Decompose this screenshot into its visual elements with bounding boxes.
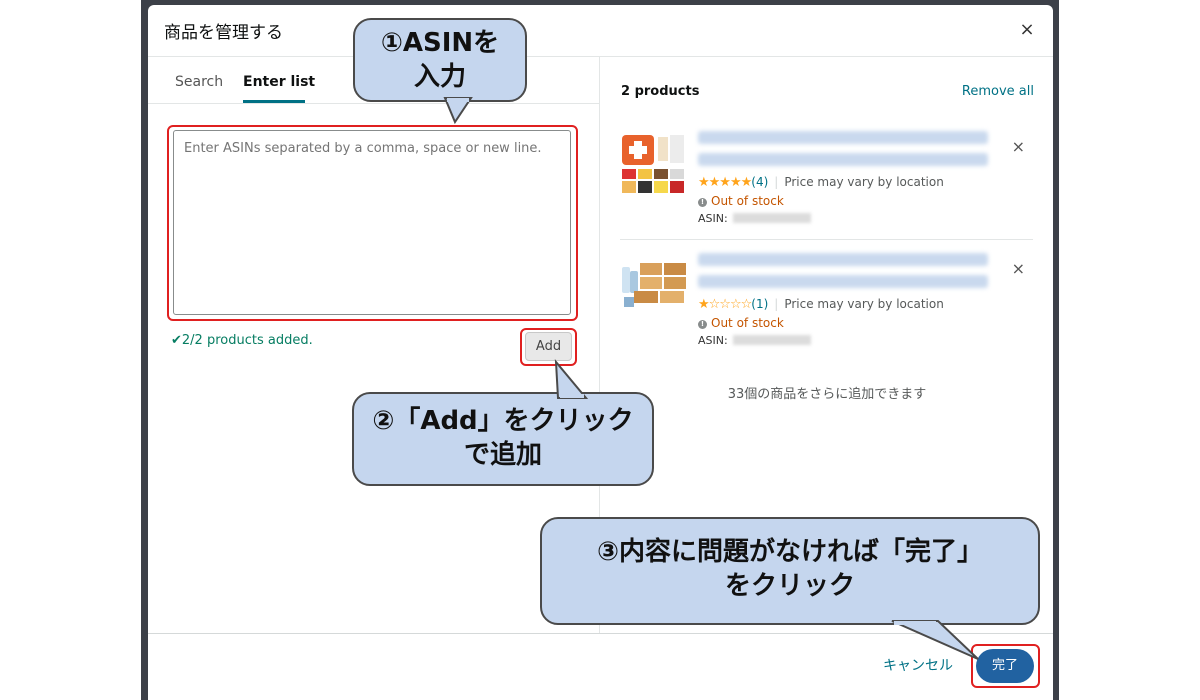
info-icon: !	[698, 320, 707, 329]
remove-product-icon[interactable]: ×	[1012, 137, 1025, 156]
asin-row: ASIN:	[698, 212, 811, 225]
blurred-asin	[732, 213, 811, 223]
stock-status: ! Out of stock	[698, 316, 784, 330]
asin-entry-pane: Search Enter list ✔2/2 products added. A…	[148, 57, 599, 633]
rating-row: ★★★★★(4) | Price may vary by location	[698, 175, 944, 190]
asin-list-input[interactable]	[173, 130, 571, 315]
tab-enter-list[interactable]: Enter list	[243, 74, 315, 90]
stock-text: Out of stock	[711, 316, 784, 330]
dialog-header: 商品を管理する ×	[148, 5, 1053, 57]
callout-pointer	[891, 620, 979, 660]
check-icon: ✔	[171, 333, 182, 348]
blurred-product-title	[698, 253, 988, 266]
star-rating: ★☆☆☆☆	[698, 297, 752, 312]
callout-pointer	[554, 359, 589, 399]
price-note: Price may vary by location	[784, 297, 944, 311]
price-note: Price may vary by location	[784, 175, 944, 189]
callout-step1-line1: ①ASINを	[380, 28, 500, 58]
asin-row: ASIN:	[698, 334, 811, 347]
info-icon: !	[698, 198, 707, 207]
callout-step3-line1: ③内容に問題がなければ「完了」	[596, 537, 983, 567]
blurred-product-title	[698, 131, 988, 144]
blurred-asin	[732, 335, 811, 345]
products-count: 2 products	[621, 84, 700, 99]
stock-text: Out of stock	[711, 194, 784, 208]
review-count[interactable]: (1)	[751, 297, 768, 311]
callout-pointer	[443, 97, 473, 125]
tab-search[interactable]: Search	[175, 74, 223, 90]
callout-step1-line2: 入力	[413, 62, 466, 92]
asin-label: ASIN:	[698, 334, 728, 347]
review-count[interactable]: (4)	[751, 175, 768, 189]
callout-step3: ③内容に問題がなければ「完了」 をクリック	[540, 517, 1040, 660]
add-button[interactable]: Add	[525, 332, 572, 361]
status-message: ✔2/2 products added.	[171, 333, 313, 348]
blurred-product-title	[698, 275, 988, 288]
product-thumbnail	[622, 263, 686, 307]
product-item: ★★★★★(4) | Price may vary by location ! Out…	[620, 127, 1033, 240]
product-item: ★☆☆☆☆(1) | Price may vary by location ! Out…	[620, 249, 1033, 361]
dialog-title: 商品を管理する	[164, 23, 283, 43]
callout-step3-line2: をクリック	[724, 571, 855, 601]
capacity-note: 33個の商品をさらに追加できます	[727, 387, 927, 402]
callout-step2-line1: ②「Add」をクリック	[372, 406, 634, 436]
stock-status: ! Out of stock	[698, 194, 784, 208]
star-rating: ★★★★★	[698, 175, 752, 190]
separator: |	[774, 297, 779, 311]
separator: |	[774, 175, 779, 189]
callout-step2-line2: で追加	[463, 440, 542, 470]
done-button[interactable]: 完了	[976, 649, 1034, 683]
close-icon[interactable]: ×	[1017, 20, 1037, 40]
asin-label: ASIN:	[698, 212, 728, 225]
status-text: 2/2 products added.	[181, 333, 313, 348]
callout-step2: ②「Add」をクリック で追加	[352, 359, 654, 486]
remove-product-icon[interactable]: ×	[1012, 259, 1025, 278]
product-thumbnail	[622, 135, 684, 193]
active-tab-indicator	[243, 100, 305, 103]
rating-row: ★☆☆☆☆(1) | Price may vary by location	[698, 297, 944, 312]
remove-all-link[interactable]: Remove all	[962, 84, 1034, 99]
blurred-product-title	[698, 153, 988, 166]
callout-step1: ①ASINを 入力	[353, 18, 527, 125]
